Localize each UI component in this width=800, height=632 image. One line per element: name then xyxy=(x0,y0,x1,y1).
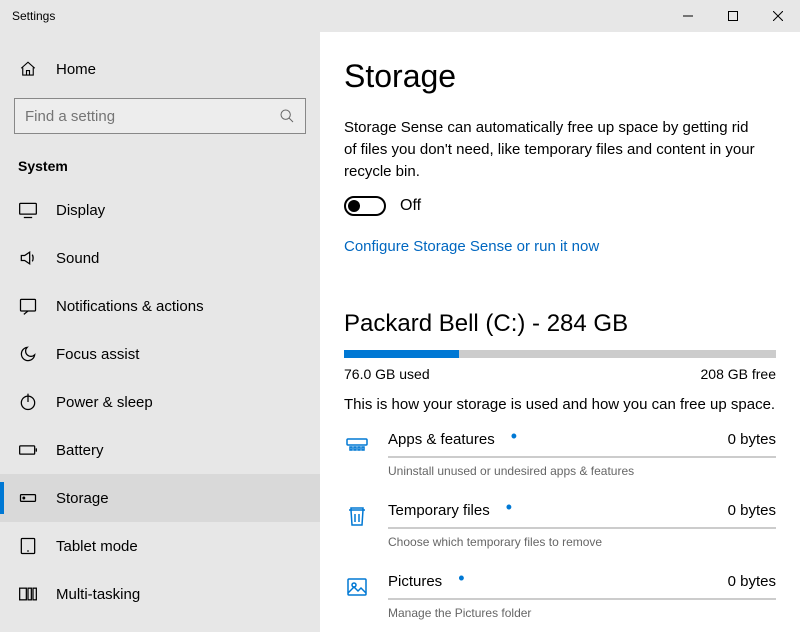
sound-icon xyxy=(18,248,38,268)
category-name: Temporary files xyxy=(388,502,490,519)
category-desc: Manage the Pictures folder xyxy=(388,606,776,620)
search-icon xyxy=(279,108,295,124)
category-bar xyxy=(388,527,776,529)
apps-icon xyxy=(344,431,370,478)
sidebar-item-label: Notifications & actions xyxy=(56,298,204,315)
power-icon xyxy=(18,392,38,412)
sidebar-item-label: Power & sleep xyxy=(56,394,153,411)
category-size: 0 bytes xyxy=(728,502,776,519)
home-icon xyxy=(18,60,38,78)
used-label: 76.0 GB used xyxy=(344,366,430,382)
sidebar-item-label: Focus assist xyxy=(56,346,139,363)
close-button[interactable] xyxy=(755,0,800,32)
category-name: Apps & features xyxy=(388,431,495,448)
battery-icon xyxy=(18,440,38,460)
category-size: 0 bytes xyxy=(728,431,776,448)
category-bar xyxy=(388,456,776,458)
sidebar-item-label: Sound xyxy=(56,250,99,267)
home-label: Home xyxy=(56,61,96,78)
storage-sense-description: Storage Sense can automatically free up … xyxy=(344,117,764,182)
loading-dot-icon: • xyxy=(506,502,512,512)
search-box[interactable] xyxy=(14,98,306,134)
usage-explain: This is how your storage is used and how… xyxy=(344,396,776,413)
sidebar-item-focus-assist[interactable]: Focus assist xyxy=(0,330,320,378)
sidebar-item-storage[interactable]: Storage xyxy=(0,474,320,522)
content-area: Storage Storage Sense can automatically … xyxy=(320,32,800,632)
titlebar: Settings xyxy=(0,0,800,32)
sidebar-item-tablet[interactable]: Tablet mode xyxy=(0,522,320,570)
storage-icon xyxy=(18,488,38,508)
loading-dot-icon: • xyxy=(458,573,464,583)
sidebar-item-label: Multi-tasking xyxy=(56,586,140,603)
category-pictures[interactable]: Pictures • 0 bytes Manage the Pictures f… xyxy=(344,573,776,620)
trash-icon xyxy=(344,502,370,549)
window-title: Settings xyxy=(12,9,55,23)
configure-link[interactable]: Configure Storage Sense or run it now xyxy=(344,238,599,255)
toggle-label: Off xyxy=(400,197,421,215)
drive-usage-bar xyxy=(344,350,776,358)
pictures-icon xyxy=(344,573,370,620)
home-link[interactable]: Home xyxy=(0,54,320,92)
category-bar xyxy=(388,598,776,600)
notifications-icon xyxy=(18,296,38,316)
category-apps[interactable]: Apps & features • 0 bytes Uninstall unus… xyxy=(344,431,776,478)
focus-assist-icon xyxy=(18,344,38,364)
sidebar-item-power[interactable]: Power & sleep xyxy=(0,378,320,426)
sidebar-item-label: Storage xyxy=(56,490,109,507)
sidebar-item-notifications[interactable]: Notifications & actions xyxy=(0,282,320,330)
sidebar-item-label: Tablet mode xyxy=(56,538,138,555)
multitasking-icon xyxy=(18,584,38,604)
tablet-icon xyxy=(18,536,38,556)
sidebar: Home System Display Sound xyxy=(0,32,320,632)
maximize-button[interactable] xyxy=(710,0,755,32)
sidebar-item-label: Display xyxy=(56,202,105,219)
section-title: System xyxy=(0,152,320,186)
category-desc: Uninstall unused or undesired apps & fea… xyxy=(388,464,776,478)
display-icon xyxy=(18,200,38,220)
sidebar-item-battery[interactable]: Battery xyxy=(0,426,320,474)
sidebar-item-sound[interactable]: Sound xyxy=(0,234,320,282)
category-name: Pictures xyxy=(388,573,442,590)
page-title: Storage xyxy=(344,58,776,95)
sidebar-item-display[interactable]: Display xyxy=(0,186,320,234)
category-desc: Choose which temporary files to remove xyxy=(388,535,776,549)
category-size: 0 bytes xyxy=(728,573,776,590)
drive-title: Packard Bell (C:) - 284 GB xyxy=(344,310,776,338)
storage-sense-toggle[interactable] xyxy=(344,196,386,216)
category-temp[interactable]: Temporary files • 0 bytes Choose which t… xyxy=(344,502,776,549)
loading-dot-icon: • xyxy=(511,431,517,441)
sidebar-item-multitasking[interactable]: Multi-tasking xyxy=(0,570,320,618)
minimize-button[interactable] xyxy=(665,0,710,32)
free-label: 208 GB free xyxy=(701,366,777,382)
search-input[interactable] xyxy=(25,108,279,125)
sidebar-item-label: Battery xyxy=(56,442,104,459)
